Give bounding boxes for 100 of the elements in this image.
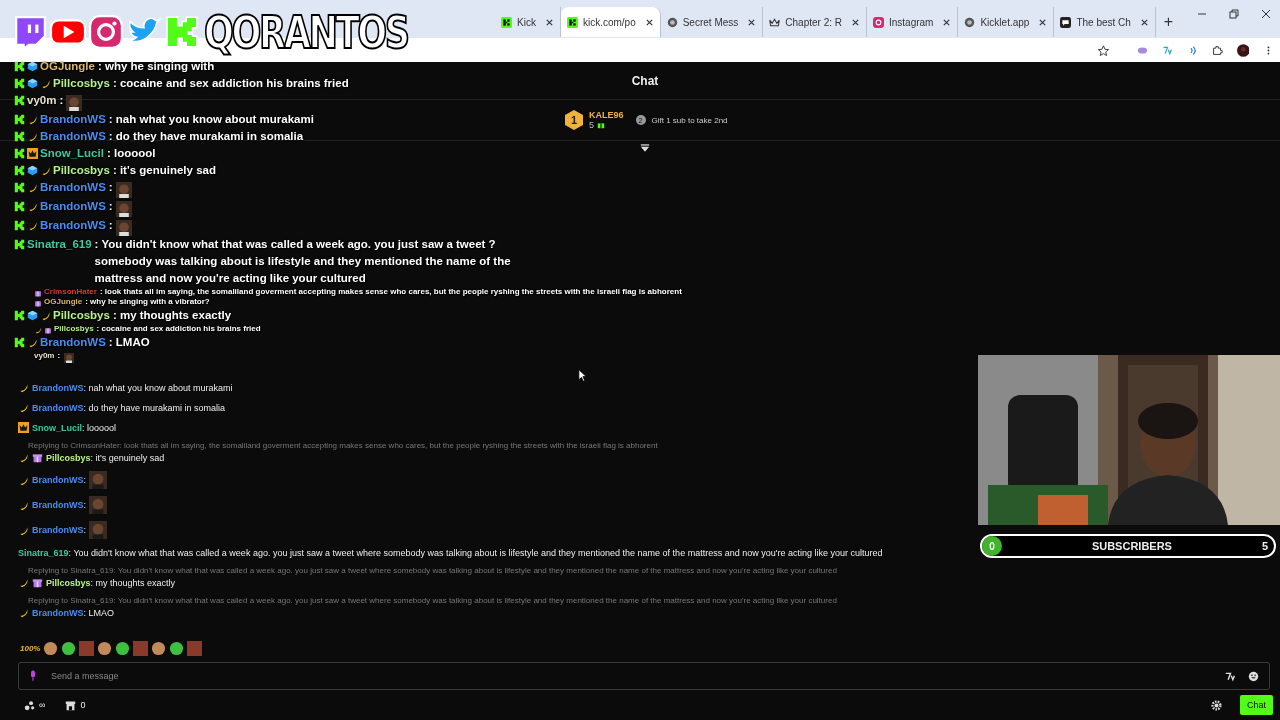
seven-tv-icon[interactable] [1225,670,1236,682]
reply-preview: Replying to Sinatra_619: You didn't know what that was called a week ago. you just saw a tweet where somebody was talking about is lifestyle and they mentioned the name of the mattress and now you're acting like your cultured [27,566,838,575]
chat-username: OGJungle [44,297,83,307]
browser-tab[interactable]: Kick [495,7,561,37]
chat-button[interactable]: Chat [1240,695,1273,715]
close-icon[interactable] [851,17,860,27]
chat-message-text: : why he singing with a vibrator? [85,297,210,307]
crown-icon [769,16,781,28]
emote-icon[interactable] [115,640,131,656]
chat-username[interactable]: BrandonWS [32,607,84,618]
leaderboard-username: KALE96 [589,110,624,120]
microphone-icon[interactable] [29,670,37,682]
chat-message-text: : You didn't know what that was called a week ago. you just saw a tweet where somebody was talking about is lifestyle and they mentioned the name of the mattress and now you're acting like your cultured [68,547,883,558]
emoji-icon[interactable] [1248,670,1259,682]
chat-username: BrandonWS [40,112,106,127]
gift-icon [32,452,43,463]
cube-icon [27,78,38,89]
browser-tab[interactable]: kick.com/po [560,7,661,37]
close-icon[interactable] [544,17,554,27]
chat-username: OGJungle [40,59,95,74]
emote-icon[interactable] [61,640,77,656]
emote-icon[interactable] [97,640,113,656]
emote-icon[interactable]: 100% [20,643,41,653]
chat-message-text: : [83,500,86,510]
chat-username[interactable]: BrandonWS [32,402,84,413]
chat-username: Snow_Lucil [40,146,104,161]
chat-username: Pillcosbys [54,324,94,334]
kick-icon [14,239,25,250]
chat-username: BrandonWS [40,218,106,233]
browser-tab[interactable]: Chapter 2: R [763,7,867,37]
profile-avatar[interactable] [1236,42,1250,58]
close-icon[interactable] [1260,8,1272,20]
emote-icon[interactable] [169,640,185,656]
chat-message-text: : loooool [82,422,117,433]
chat-username[interactable]: Pillcosbys [46,452,91,463]
chat-message-text: : [108,218,113,233]
points-icon[interactable] [24,699,35,711]
cube-icon [27,165,38,176]
emote-icon[interactable] [43,640,59,656]
chat-message-text: : [83,525,86,535]
kick-icon [14,61,25,72]
chat-message-text: : [108,199,113,214]
message-field[interactable]: Send a message [18,662,1270,690]
chat-username: vy0m [27,93,57,108]
chat-username[interactable]: Pillcosbys [46,577,91,588]
chat-message-text: : LMAO [83,607,114,618]
chat-username: BrandonWS [40,180,106,195]
chat-message-text: : do they have murakami in somalia [83,402,226,413]
chat-message-text: : [59,93,64,108]
gift-count: 5 [589,120,594,130]
chat-message-text: : [83,475,86,485]
browser-tab[interactable]: Instagram [867,7,959,37]
chat-message-text: : it's genuinely sad [112,163,216,178]
globe-icon [964,16,976,28]
chat-username[interactable]: BrandonWS [32,525,84,535]
close-icon[interactable] [1038,17,1048,27]
kick-icon [501,16,512,28]
close-icon[interactable] [747,17,757,27]
restore-icon[interactable] [1228,8,1240,20]
star-icon[interactable] [1098,43,1109,57]
cube-icon [27,61,38,72]
chat-username[interactable]: BrandonWS [32,382,84,393]
chat-message-text: : why he singing with [97,59,215,74]
kick-icon [14,114,25,125]
chat-username[interactable]: BrandonWS [32,475,84,485]
gift-icon [597,121,605,129]
message-input[interactable]: Send a message [49,670,1213,682]
reply-preview: Replying to Sinatra_619: You didn't know what that was called a week ago. you just saw a tweet where somebody was talking about is lifestyle and they mentioned the name of the mattress and now you're acting like your cultured [27,596,838,605]
browser-tab[interactable]: Secret Mess [660,7,764,37]
close-icon[interactable] [644,17,654,27]
browser-tab[interactable]: The best Ch [1054,7,1156,37]
emote-icon[interactable] [151,640,167,656]
settings-icon[interactable] [1211,699,1222,711]
kick-icon [14,310,25,321]
kick-icon [14,220,25,231]
new-tab-button[interactable]: + [1155,13,1182,31]
chat-username: BrandonWS [40,199,106,214]
puzzle-icon[interactable] [1211,43,1223,57]
close-icon[interactable] [942,17,952,27]
instagram-icon [873,16,884,28]
kick-icon [14,148,25,159]
chat-title: Chat [631,73,659,88]
store-icon[interactable] [65,699,77,711]
chat-message-text: : nah what you know about murakami [83,382,233,393]
goal-label: SUBSCRIBERS [1090,540,1173,552]
chat-message-text: : loooool [106,146,156,161]
collapse-icon[interactable] [640,144,650,153]
chat-message-text: : nah what you know about murakami [108,112,314,127]
kick-icon [14,182,25,193]
chat-username: Pillcosbys [53,308,110,323]
chat-message-text: : look thats all im saying, the somaliland goverment accepting makes sense who cares, but the people ryshing the streets with the israeli flag is abhorent [99,287,682,297]
chat-username[interactable]: Sinatra_619 [18,547,69,558]
cube-icon [27,310,38,321]
browser-tab[interactable]: Kicklet.app [958,7,1055,37]
chat-username: vy0m [34,351,55,361]
chat-username: CrimsonHater [44,287,97,297]
chat-username[interactable]: Snow_Lucil [32,422,82,433]
chat-message-text: : You didn't know what that was called a week ago. you just saw a tweet ? somebody was talking about is lifestyle and they mentioned the name of the mattress and now you're acting like your cultured [94,237,512,286]
close-icon[interactable] [1139,17,1149,27]
chat-username[interactable]: BrandonWS [32,500,84,510]
